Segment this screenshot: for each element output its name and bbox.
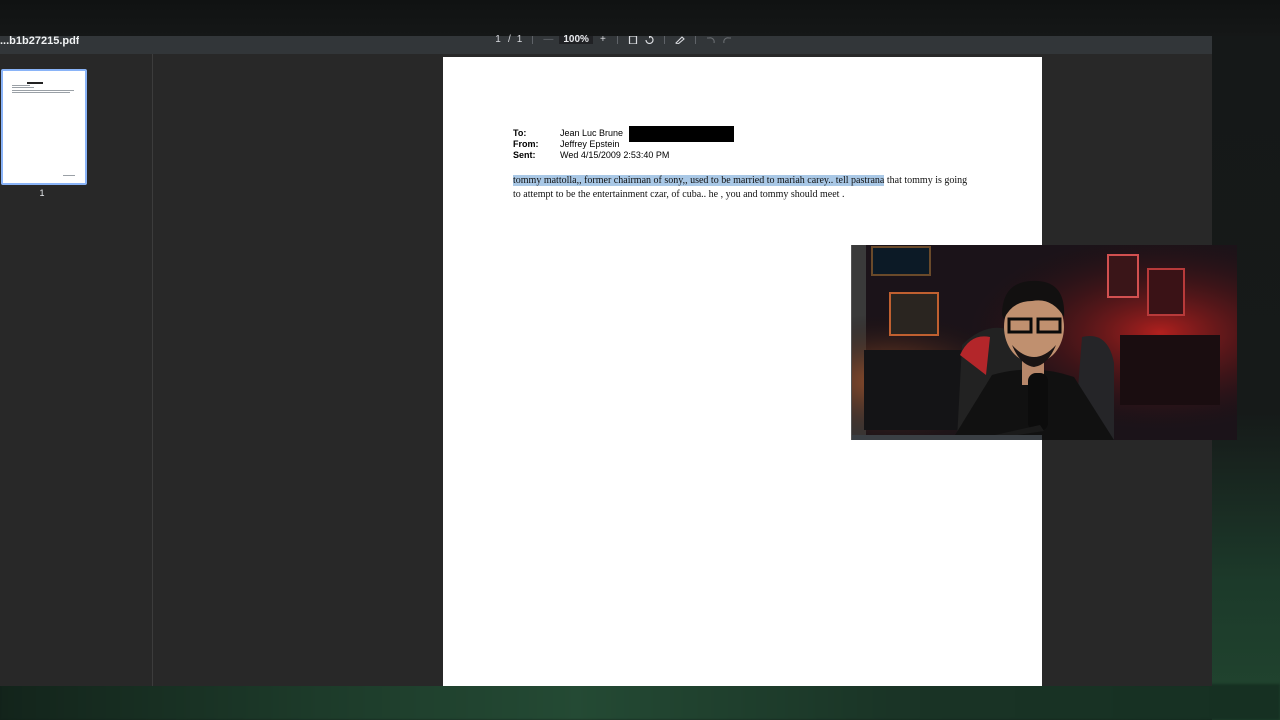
header-label: From:	[513, 139, 539, 149]
thumbnail-line	[12, 92, 70, 93]
redo-icon[interactable]	[722, 36, 732, 46]
webcam-overlay	[851, 245, 1237, 440]
undo-icon[interactable]	[706, 36, 716, 46]
page-thumbnail[interactable]	[1, 69, 87, 185]
header-label: To:	[513, 128, 527, 138]
selected-text[interactable]: tommy mattolla,, former chairman of sony…	[513, 175, 885, 186]
toolbar-divider	[663, 36, 665, 44]
annotate-icon[interactable]	[674, 36, 685, 46]
webcam-image	[852, 245, 1237, 440]
zoom-out-button[interactable]: —	[543, 35, 553, 45]
toolbar-divider	[616, 36, 618, 44]
fit-page-icon[interactable]	[628, 35, 638, 46]
thumbnail-page-number: 1	[39, 188, 45, 198]
zoom-in-button[interactable]: +	[599, 35, 607, 45]
thumbnail-line	[12, 87, 34, 88]
thumbnail-sidebar: 1	[0, 54, 153, 686]
thumbnail-line	[12, 90, 74, 91]
toolbar-divider	[532, 36, 534, 44]
thumbnail-line	[12, 85, 30, 86]
email-body[interactable]: tommy mattolla,, former chairman of sony…	[513, 174, 973, 201]
viewer-toolbar: ...b1b27215.pdf 1 / 1 — 100% +	[0, 34, 1212, 54]
thumbnail-line	[27, 82, 43, 84]
redaction-bar	[629, 126, 734, 142]
thumbnail-line	[63, 175, 75, 176]
page-navigation: 1 / 1 — 100% +	[494, 34, 732, 54]
background-bottom-edge	[0, 684, 1280, 720]
page-number-input[interactable]: 1	[494, 35, 502, 45]
header-value: Jean Luc Brune	[560, 128, 624, 138]
page-total: 1	[516, 34, 523, 45]
zoom-level-input[interactable]: 100%	[559, 35, 593, 45]
rotate-icon[interactable]	[644, 35, 654, 46]
page-separator: /	[508, 34, 511, 45]
header-value: Wed 4/15/2009 2:53:40 PM	[560, 150, 670, 160]
header-label: Sent:	[513, 150, 536, 160]
document-title: ...b1b27215.pdf	[0, 36, 80, 47]
screen-background: ...b1b27215.pdf 1 / 1 — 100% + 1 To: Jea…	[0, 0, 1280, 720]
toolbar-divider	[694, 36, 696, 44]
header-value: Jeffrey Epstein	[560, 139, 620, 149]
